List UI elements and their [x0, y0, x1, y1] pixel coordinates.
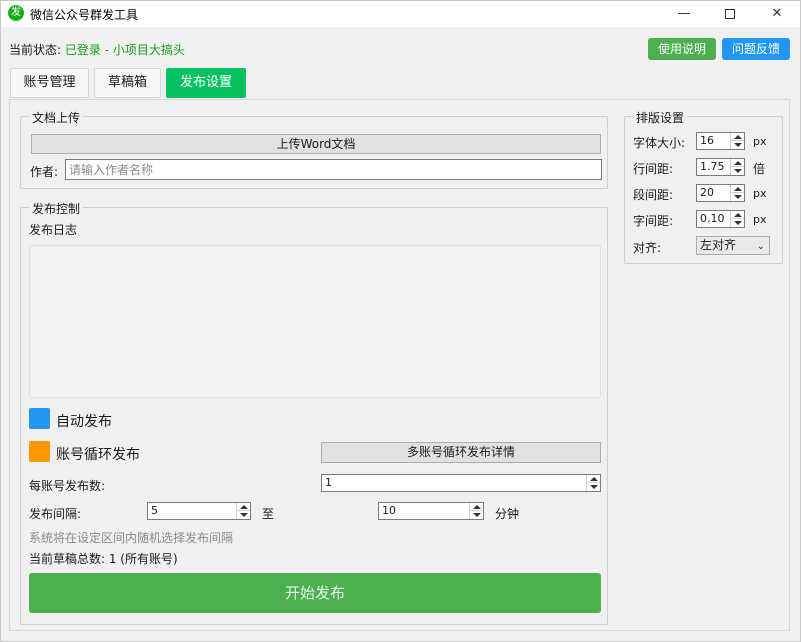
upload-group: 文档上传 上传Word文档 作者:: [20, 109, 608, 189]
line-height-label: 行间距:: [633, 162, 674, 176]
layout-settings-group: 排版设置 字体大小: 16 px 行间距: 1.75 倍 段间距: 20 px …: [624, 109, 783, 264]
interval-unit-label: 分钟: [495, 507, 520, 521]
minimize-button[interactable]: —: [661, 1, 707, 27]
publish-log-area[interactable]: [29, 245, 601, 398]
align-select[interactable]: 左对齐 ⌄: [696, 236, 770, 255]
interval-min-value: 5: [151, 504, 158, 517]
interval-max-value: 10: [382, 504, 396, 517]
app-logo-icon: 发: [8, 5, 24, 21]
cycle-detail-button[interactable]: 多账号循环发布详情: [321, 442, 601, 463]
help-button[interactable]: 使用说明: [648, 38, 716, 60]
cycle-publish-label[interactable]: 账号循环发布: [56, 444, 140, 464]
cycle-publish-checkbox[interactable]: [29, 441, 50, 462]
spin-arrows-icon[interactable]: [730, 211, 744, 227]
publish-settings-panel: 文档上传 上传Word文档 作者: 发布控制 发布日志 自动发布 账号循环发布 …: [9, 99, 790, 631]
letter-spacing-value: 0.10: [700, 212, 725, 225]
per-account-spinbox[interactable]: 1: [321, 474, 601, 492]
interval-to-label: 至: [262, 507, 275, 521]
feedback-button[interactable]: 问题反馈: [722, 38, 790, 60]
spin-arrows-icon[interactable]: [469, 503, 483, 519]
publish-log-label: 发布日志: [29, 223, 78, 237]
layout-group-title: 排版设置: [633, 109, 688, 126]
tab-account-management[interactable]: 账号管理: [10, 68, 89, 98]
font-size-spinbox[interactable]: 16: [696, 132, 745, 150]
paragraph-spacing-spinbox[interactable]: 20: [696, 184, 745, 202]
line-height-spinbox[interactable]: 1.75: [696, 158, 745, 176]
upload-word-button[interactable]: 上传Word文档: [31, 134, 601, 154]
font-size-label: 字体大小:: [633, 136, 686, 150]
tab-drafts[interactable]: 草稿箱: [94, 68, 161, 98]
align-label: 对齐:: [633, 241, 662, 255]
start-publish-button[interactable]: 开始发布: [29, 573, 601, 613]
maximize-icon: [725, 8, 735, 19]
spin-arrows-icon[interactable]: [730, 133, 744, 149]
paragraph-spacing-unit: px: [753, 187, 767, 200]
interval-label: 发布间隔:: [29, 507, 82, 521]
per-account-label: 每账号发布数:: [29, 479, 106, 493]
line-height-value: 1.75: [700, 160, 725, 173]
author-label: 作者:: [30, 165, 59, 179]
auto-publish-label[interactable]: 自动发布: [56, 411, 112, 431]
font-size-value: 16: [700, 134, 714, 147]
draft-count: 当前草稿总数: 1 (所有账号): [29, 552, 178, 566]
letter-spacing-spinbox[interactable]: 0.10: [696, 210, 745, 228]
letter-spacing-label: 字间距:: [633, 214, 674, 228]
title-bar: 发 微信公众号群发工具 — ✕: [1, 1, 800, 27]
paragraph-spacing-label: 段间距:: [633, 188, 674, 202]
spin-arrows-icon[interactable]: [730, 159, 744, 175]
font-size-unit: px: [753, 135, 767, 148]
spin-arrows-icon[interactable]: [730, 185, 744, 201]
paragraph-spacing-value: 20: [700, 186, 714, 199]
publish-control-group: 发布控制 发布日志 自动发布 账号循环发布 多账号循环发布详情 每账号发布数: …: [20, 200, 608, 625]
maximize-button[interactable]: [707, 1, 753, 27]
window-title: 微信公众号群发工具: [30, 8, 139, 22]
per-account-value: 1: [325, 476, 332, 489]
chevron-down-icon: ⌄: [756, 241, 765, 252]
publish-group-title: 发布控制: [29, 200, 84, 217]
spin-arrows-icon[interactable]: [586, 475, 600, 491]
auto-publish-checkbox[interactable]: [29, 408, 50, 429]
author-input[interactable]: [65, 159, 602, 180]
tab-publish-settings[interactable]: 发布设置: [166, 68, 246, 98]
interval-hint: 系统将在设定区间内随机选择发布间隔: [29, 531, 234, 545]
spin-arrows-icon[interactable]: [236, 503, 250, 519]
line-height-unit: 倍: [753, 162, 766, 176]
letter-spacing-unit: px: [753, 213, 767, 226]
align-value: 左对齐: [700, 238, 737, 252]
interval-min-spinbox[interactable]: 5: [147, 502, 251, 520]
login-status: 当前状态: 已登录 - 小项目大搞头: [9, 41, 185, 58]
interval-max-spinbox[interactable]: 10: [378, 502, 484, 520]
status-label: 当前状态:: [9, 43, 62, 57]
status-value: 已登录 - 小项目大搞头: [64, 43, 185, 57]
close-button[interactable]: ✕: [754, 1, 800, 27]
app-window: 发 微信公众号群发工具 — ✕ 当前状态: 已登录 - 小项目大搞头 使用说明 …: [0, 0, 801, 642]
upload-group-title: 文档上传: [29, 109, 84, 126]
